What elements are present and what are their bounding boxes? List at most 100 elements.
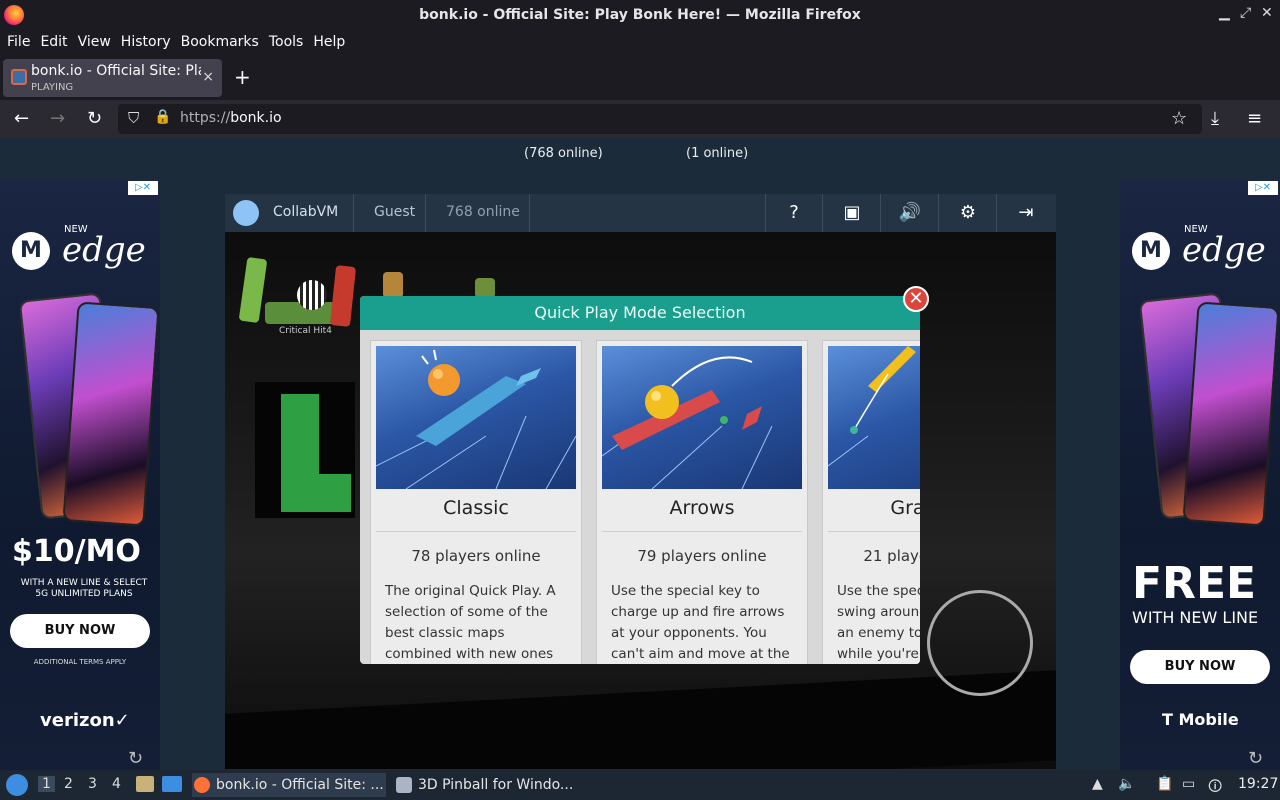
guest-label: Guest bbox=[374, 204, 416, 220]
taskbar-task-pinball[interactable]: 3D Pinball for Windo... bbox=[394, 773, 584, 797]
menu-history[interactable]: History bbox=[116, 34, 176, 50]
letter-l-block bbox=[255, 382, 355, 518]
tray-clipboard-icon[interactable]: 📋 bbox=[1156, 776, 1173, 792]
url-text[interactable]: https://bonk.io bbox=[180, 110, 282, 126]
menu-bookmarks[interactable]: Bookmarks bbox=[176, 34, 264, 50]
mode-name: Arrows bbox=[669, 497, 735, 519]
lock-icon[interactable]: 🔒 bbox=[154, 109, 171, 125]
bar-divider bbox=[529, 194, 530, 232]
ad-product-name: edge bbox=[1182, 230, 1266, 270]
logo-block bbox=[265, 302, 335, 324]
desktop-icon[interactable] bbox=[162, 776, 182, 792]
ad-banner-right[interactable]: ▷✕ M NEW edge FREE WITH NEW LINE BUY NOW… bbox=[1120, 180, 1280, 770]
tray-volume-icon[interactable]: 🔈 bbox=[1118, 776, 1135, 792]
reload-button[interactable]: ↻ bbox=[87, 108, 102, 129]
bar-divider bbox=[996, 194, 997, 232]
menu-tools[interactable]: Tools bbox=[264, 34, 309, 50]
motorola-logo: M bbox=[1132, 232, 1170, 270]
modal-close-button[interactable]: ✕ bbox=[903, 286, 929, 312]
app-menu-icon[interactable]: ≡ bbox=[1247, 108, 1262, 129]
mode-description: Use the special key to charge up and fir… bbox=[611, 583, 790, 662]
new-tab-button[interactable]: + bbox=[234, 65, 251, 89]
tray-notification-icon[interactable]: 🛈 bbox=[1208, 776, 1222, 800]
grapple-illustration bbox=[828, 346, 916, 467]
logo-block bbox=[383, 272, 403, 298]
menu-file[interactable]: File bbox=[2, 34, 35, 50]
online-count-right: (1 online) bbox=[686, 146, 749, 161]
mode-name: Classic bbox=[443, 497, 509, 519]
mode-description: The original Quick Play. A selection of … bbox=[385, 583, 556, 662]
ad-headline: FREE bbox=[1132, 558, 1257, 609]
bar-divider bbox=[765, 194, 766, 232]
workspace-4[interactable]: 4 bbox=[112, 776, 121, 792]
bonk-game-area[interactable]: CollabVM Guest 768 online ? ▣ 🔊 ⚙ ⇥ Crit… bbox=[225, 194, 1056, 769]
volume-icon[interactable]: 🔊 bbox=[898, 201, 922, 225]
bar-divider bbox=[425, 194, 426, 232]
mode-players-online: 79 players online bbox=[637, 547, 767, 565]
downloads-icon[interactable]: ⤓ bbox=[1211, 108, 1219, 129]
bar-divider bbox=[822, 194, 823, 232]
navigation-bar: ← → ↻ ⛉ 🔒 https://bonk.io ☆ ⤓ ≡ bbox=[0, 100, 1280, 138]
ad-refresh-icon[interactable]: ↻ bbox=[128, 748, 143, 769]
ad-buy-now-button[interactable]: BUY NOW bbox=[1130, 650, 1270, 684]
player-username: CollabVM bbox=[273, 204, 339, 220]
ad-refresh-icon[interactable]: ↻ bbox=[1248, 748, 1263, 769]
pinball-window-icon bbox=[396, 777, 412, 793]
mode-card-classic[interactable]: Classic 78 players online The original Q… bbox=[370, 340, 582, 664]
workspace-3[interactable]: 3 bbox=[88, 776, 97, 792]
forward-button[interactable]: → bbox=[50, 108, 65, 129]
menu-edit[interactable]: Edit bbox=[35, 34, 72, 50]
tray-network-icon[interactable]: ▭ bbox=[1182, 776, 1195, 792]
ad-banner-left[interactable]: ▷✕ M NEW edge $10/MO WITH A NEW LINE & S… bbox=[0, 180, 160, 770]
classic-illustration bbox=[376, 349, 576, 489]
workspace-2[interactable]: 2 bbox=[64, 776, 73, 792]
minimize-icon[interactable]: ▁ bbox=[1219, 5, 1230, 21]
ad-fine-print: WITH A NEW LINE & SELECT 5G UNLIMITED PL… bbox=[20, 578, 148, 599]
logo-block bbox=[238, 256, 268, 324]
arrows-illustration bbox=[602, 356, 773, 489]
bar-divider bbox=[938, 194, 939, 232]
workspace-1[interactable]: 1 bbox=[38, 776, 55, 792]
game-online-count: 768 online bbox=[446, 204, 520, 220]
menu-help[interactable]: Help bbox=[308, 34, 350, 50]
shield-icon[interactable]: ⛉ bbox=[128, 109, 139, 127]
striped-ball bbox=[297, 280, 327, 310]
tab-bar: bonk.io - Official Site: Play Bonk Here!… bbox=[0, 54, 1280, 100]
quick-play-modal: Quick Play Mode Selection Classic 78 pla… bbox=[360, 296, 920, 664]
file-manager-icon[interactable] bbox=[136, 776, 154, 792]
help-icon[interactable]: ? bbox=[782, 201, 806, 225]
motorola-logo: M bbox=[12, 232, 50, 270]
mode-thumbnail bbox=[376, 346, 576, 489]
ad-buy-now-button[interactable]: BUY NOW bbox=[10, 614, 150, 648]
player-avatar[interactable] bbox=[233, 200, 259, 226]
maximize-icon[interactable]: ⤢ bbox=[1240, 5, 1251, 21]
window-titlebar: bonk.io - Official Site: Play Bonk Here!… bbox=[0, 0, 1280, 30]
menu-view[interactable]: View bbox=[73, 34, 116, 50]
mode-card-grapple[interactable]: Grapple 21 players online Use the specia… bbox=[822, 340, 920, 664]
close-window-icon[interactable]: ✕ bbox=[1261, 5, 1273, 21]
phone-image bbox=[62, 301, 160, 527]
mode-thumbnail bbox=[602, 346, 802, 489]
tab-close-icon[interactable]: × bbox=[202, 69, 214, 85]
tray-arrow-icon[interactable]: ▲ bbox=[1092, 776, 1103, 792]
ad-choices-icon[interactable]: ▷✕ bbox=[1248, 181, 1278, 195]
start-menu-icon[interactable] bbox=[6, 774, 28, 796]
taskbar-clock: 19:27 bbox=[1238, 776, 1279, 792]
bookmark-star-icon[interactable]: ☆ bbox=[1171, 108, 1187, 129]
ad-choices-icon[interactable]: ▷✕ bbox=[128, 181, 158, 195]
url-bar[interactable]: ⛉ 🔒 https://bonk.io bbox=[118, 104, 1202, 134]
modal-title: Quick Play Mode Selection bbox=[360, 296, 920, 330]
firefox-logo-icon bbox=[4, 5, 24, 25]
tab-bonk[interactable]: bonk.io - Official Site: Play Bonk Here!… bbox=[3, 59, 222, 97]
mode-players-online: 21 players online bbox=[863, 547, 920, 565]
touch-joystick-ring[interactable] bbox=[927, 590, 1033, 696]
exit-icon[interactable]: ⇥ bbox=[1014, 201, 1038, 225]
mode-name: Grapple bbox=[890, 497, 920, 519]
tab-playing-status: PLAYING bbox=[31, 82, 74, 93]
back-button[interactable]: ← bbox=[14, 108, 29, 129]
taskbar-task-firefox[interactable]: bonk.io - Official Site: ... bbox=[192, 773, 386, 797]
mode-card-arrows[interactable]: Arrows 79 players online Use the special… bbox=[596, 340, 808, 664]
settings-gear-icon[interactable]: ⚙ bbox=[956, 201, 980, 225]
mode-thumbnail bbox=[828, 346, 920, 489]
camera-icon[interactable]: ▣ bbox=[840, 201, 864, 225]
